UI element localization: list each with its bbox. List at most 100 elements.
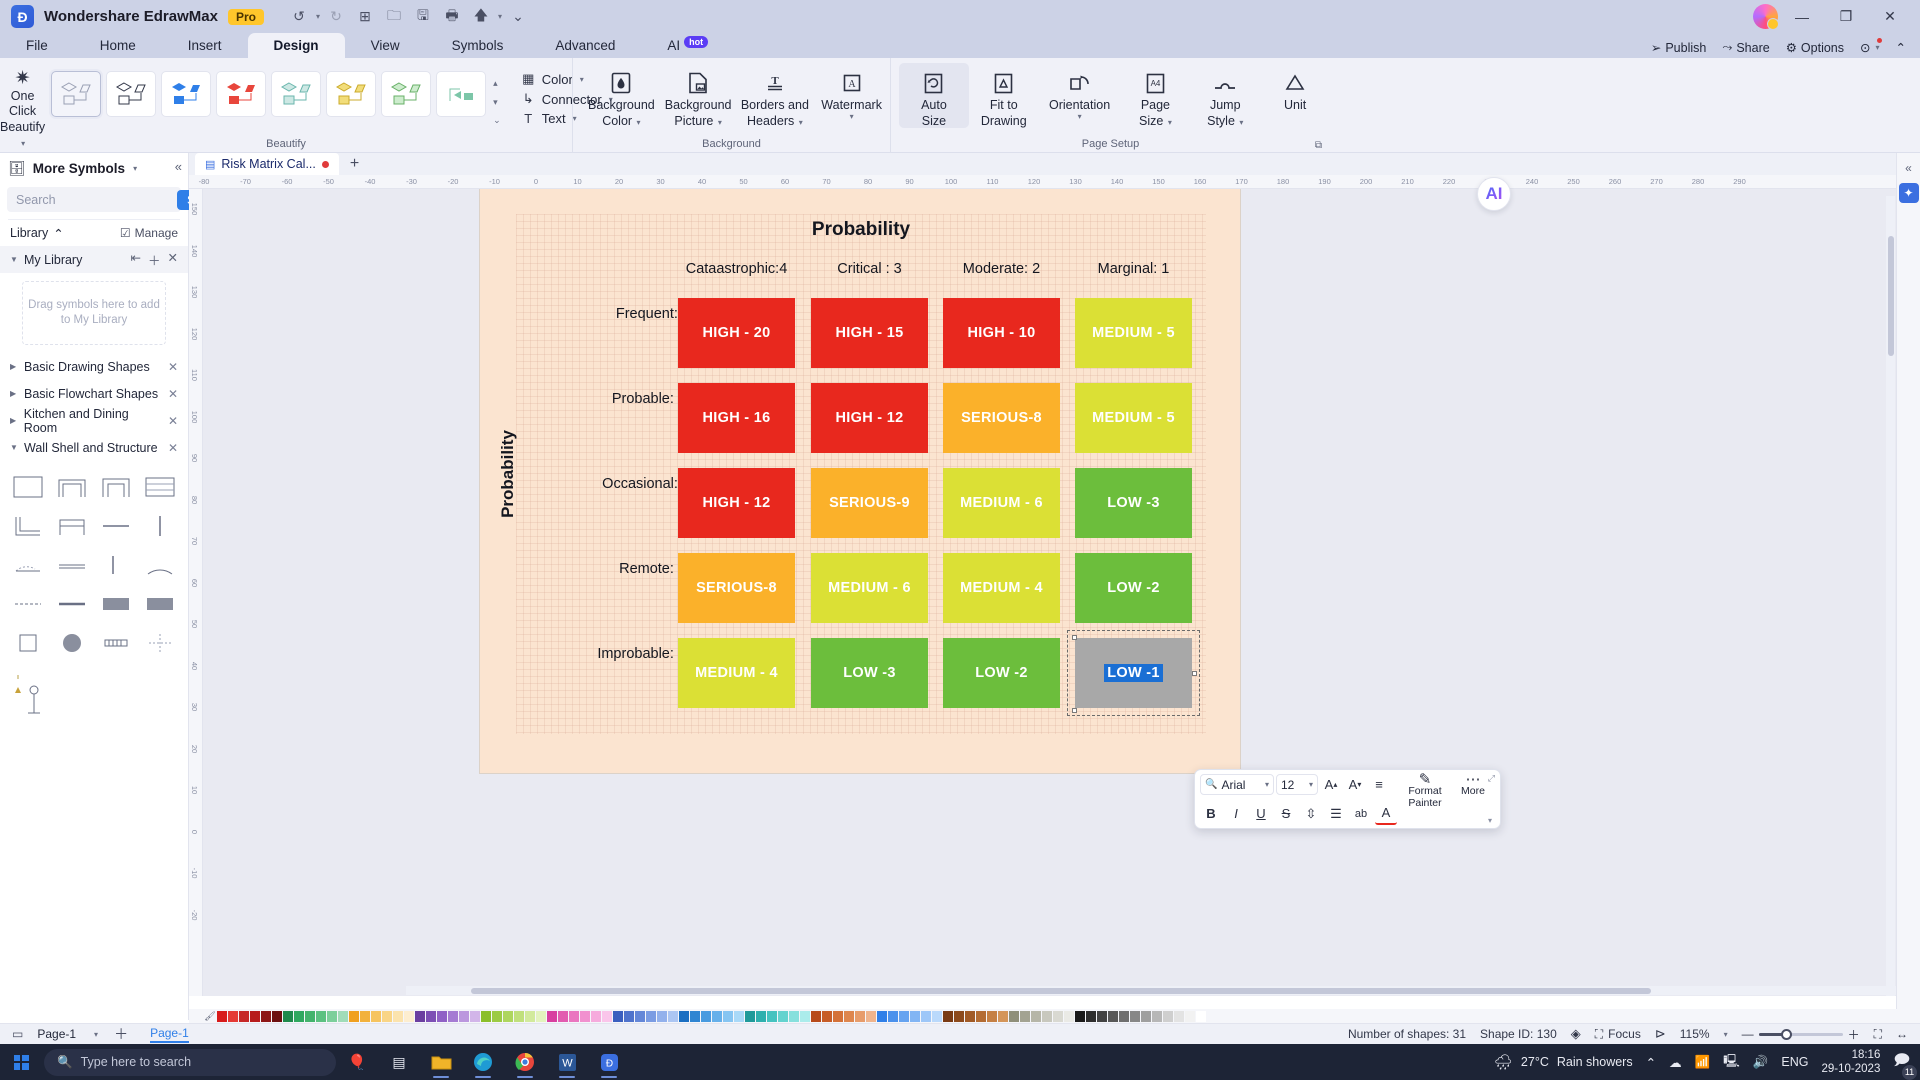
- format-painter-button[interactable]: ✎ Format Painter: [1402, 772, 1448, 809]
- matrix-cell[interactable]: SERIOUS-8: [943, 383, 1060, 453]
- beautify-theme-8[interactable]: [436, 71, 487, 117]
- zoom-caret-icon[interactable]: ▾: [1724, 1030, 1728, 1039]
- color-swatch[interactable]: [272, 1010, 282, 1022]
- collapse-panel-icon[interactable]: «: [175, 159, 182, 174]
- background-picture-button[interactable]: Background Picture ▾: [660, 63, 737, 130]
- color-swatch[interactable]: [228, 1010, 238, 1022]
- color-swatch[interactable]: [1174, 1010, 1184, 1022]
- matrix-cell[interactable]: MEDIUM - 4: [943, 553, 1060, 623]
- h-scroll-thumb[interactable]: [471, 988, 1651, 994]
- watermark-button[interactable]: A Watermark ▾: [813, 63, 890, 121]
- decrease-font-size-button[interactable]: A ▾: [1344, 774, 1366, 796]
- shape-u-wall[interactable]: [94, 467, 138, 506]
- line-spacing-button[interactable]: ⇳: [1300, 803, 1322, 825]
- edge-icon[interactable]: [462, 1044, 504, 1080]
- matrix-cell[interactable]: MEDIUM - 6: [811, 553, 928, 623]
- undo-caret-icon[interactable]: ▾: [316, 12, 320, 21]
- zoom-in-button[interactable]: ＋: [1848, 1026, 1860, 1043]
- color-swatch[interactable]: [811, 1010, 821, 1022]
- color-swatch[interactable]: [888, 1010, 898, 1022]
- gallery-up-icon[interactable]: ▴: [493, 79, 501, 88]
- more-symbols-button[interactable]: 🗄 More Symbols ▾: [0, 153, 188, 183]
- color-swatch[interactable]: [899, 1010, 909, 1022]
- borders-caret-icon[interactable]: ▾: [799, 118, 803, 127]
- beautify-theme-2[interactable]: [106, 71, 157, 117]
- color-swatch[interactable]: [1064, 1010, 1074, 1022]
- bg-color-caret-icon[interactable]: ▾: [637, 118, 641, 127]
- color-swatch[interactable]: [1130, 1010, 1140, 1022]
- matrix-column-header[interactable]: Marginal: 1: [1057, 261, 1210, 277]
- tray-expand-icon[interactable]: ⌃: [1646, 1055, 1656, 1070]
- matrix-cell[interactable]: MEDIUM - 4: [678, 638, 795, 708]
- color-swatch[interactable]: [404, 1010, 414, 1022]
- zoom-knob[interactable]: [1780, 1028, 1792, 1040]
- zoom-level-label[interactable]: 115%: [1680, 1027, 1710, 1041]
- matrix-cell[interactable]: LOW -1: [1067, 630, 1200, 716]
- color-swatch[interactable]: [382, 1010, 392, 1022]
- color-swatch[interactable]: [1086, 1010, 1096, 1022]
- export-icon[interactable]: 🡅: [468, 5, 494, 29]
- undo-icon[interactable]: ↺: [286, 5, 312, 29]
- font-family-select[interactable]: 🔍 Arial ▾: [1200, 774, 1274, 795]
- color-swatch[interactable]: [1075, 1010, 1085, 1022]
- color-swatch[interactable]: [492, 1010, 502, 1022]
- background-color-button[interactable]: Background Color ▾: [583, 63, 660, 130]
- color-swatch[interactable]: [1119, 1010, 1129, 1022]
- color-swatch[interactable]: [745, 1010, 755, 1022]
- more-symbols-caret-icon[interactable]: ▾: [133, 164, 137, 173]
- underline-button[interactable]: U: [1250, 803, 1272, 825]
- color-swatch[interactable]: [1097, 1010, 1107, 1022]
- page-tab-1[interactable]: Page-1: [150, 1026, 189, 1043]
- horizontal-ruler[interactable]: -80 -70 -60 -50 -40 -30 -20 -10 0 10 20 30 40 50 60 70 8…: [189, 175, 1920, 189]
- layers-icon[interactable]: ◈: [1571, 1026, 1581, 1042]
- color-swatch[interactable]: [591, 1010, 601, 1022]
- matrix-cell[interactable]: MEDIUM - 5: [1075, 383, 1192, 453]
- color-swatch[interactable]: [976, 1010, 986, 1022]
- shape-filled-block-1[interactable]: [94, 584, 138, 623]
- my-library-row[interactable]: ▼ My Library ⇤ ＋ ✕: [0, 246, 188, 273]
- color-swatch[interactable]: [987, 1010, 997, 1022]
- close-category-icon[interactable]: ✕: [168, 414, 178, 428]
- color-swatch[interactable]: [690, 1010, 700, 1022]
- matrix-cell[interactable]: HIGH - 15: [811, 298, 928, 368]
- color-swatch[interactable]: [536, 1010, 546, 1022]
- color-swatch[interactable]: [1108, 1010, 1118, 1022]
- shape-box-wall[interactable]: [50, 506, 94, 545]
- close-library-icon[interactable]: ✕: [168, 250, 178, 269]
- document-tab[interactable]: ▤ Risk Matrix Cal...: [195, 153, 339, 175]
- color-swatch[interactable]: [1141, 1010, 1151, 1022]
- color-swatch[interactable]: [1185, 1010, 1195, 1022]
- matrix-column-header[interactable]: Critical : 3: [793, 261, 946, 277]
- text-highlight-button[interactable]: ab: [1350, 803, 1372, 825]
- gallery-down-icon[interactable]: ▾: [493, 97, 501, 107]
- color-swatch[interactable]: [866, 1010, 876, 1022]
- matrix-cell[interactable]: HIGH - 10: [943, 298, 1060, 368]
- new-icon[interactable]: ⊞: [352, 5, 378, 29]
- jump-style-caret-icon[interactable]: ▾: [1239, 118, 1243, 127]
- bg-picture-caret-icon[interactable]: ▾: [718, 118, 722, 127]
- color-swatch[interactable]: [800, 1010, 810, 1022]
- word-icon[interactable]: W: [546, 1044, 588, 1080]
- collapse-ribbon-button[interactable]: ⌃: [1896, 40, 1906, 55]
- zoom-out-button[interactable]: —: [1742, 1027, 1754, 1041]
- fit-width-icon[interactable]: ↔: [1896, 1027, 1908, 1041]
- notification-center-button[interactable]: 🗩 11: [1893, 1050, 1917, 1080]
- matrix-cell[interactable]: HIGH - 12: [678, 468, 795, 538]
- matrix-cell[interactable]: LOW -3: [1075, 468, 1192, 538]
- wifi-icon[interactable]: 📶: [1695, 1055, 1711, 1070]
- expand-right-panel-icon[interactable]: «: [1897, 161, 1920, 175]
- color-swatch[interactable]: [910, 1010, 920, 1022]
- font-size-select[interactable]: 12 ▾: [1276, 774, 1318, 795]
- matrix-cell[interactable]: SERIOUS-9: [811, 468, 928, 538]
- matrix-cell[interactable]: HIGH - 16: [678, 383, 795, 453]
- matrix-row-header[interactable]: Probable: 4: [536, 391, 686, 407]
- manage-button[interactable]: ☑ Manage: [120, 226, 178, 240]
- orientation-caret-icon[interactable]: ▾: [1078, 113, 1082, 121]
- color-swatch[interactable]: [1053, 1010, 1063, 1022]
- strikethrough-button[interactable]: S: [1275, 803, 1297, 825]
- tab-insert[interactable]: Insert: [162, 33, 248, 58]
- file-explorer-icon[interactable]: [420, 1044, 462, 1080]
- color-swatch[interactable]: [437, 1010, 447, 1022]
- beautify-theme-1[interactable]: [51, 71, 102, 117]
- color-swatch[interactable]: [822, 1010, 832, 1022]
